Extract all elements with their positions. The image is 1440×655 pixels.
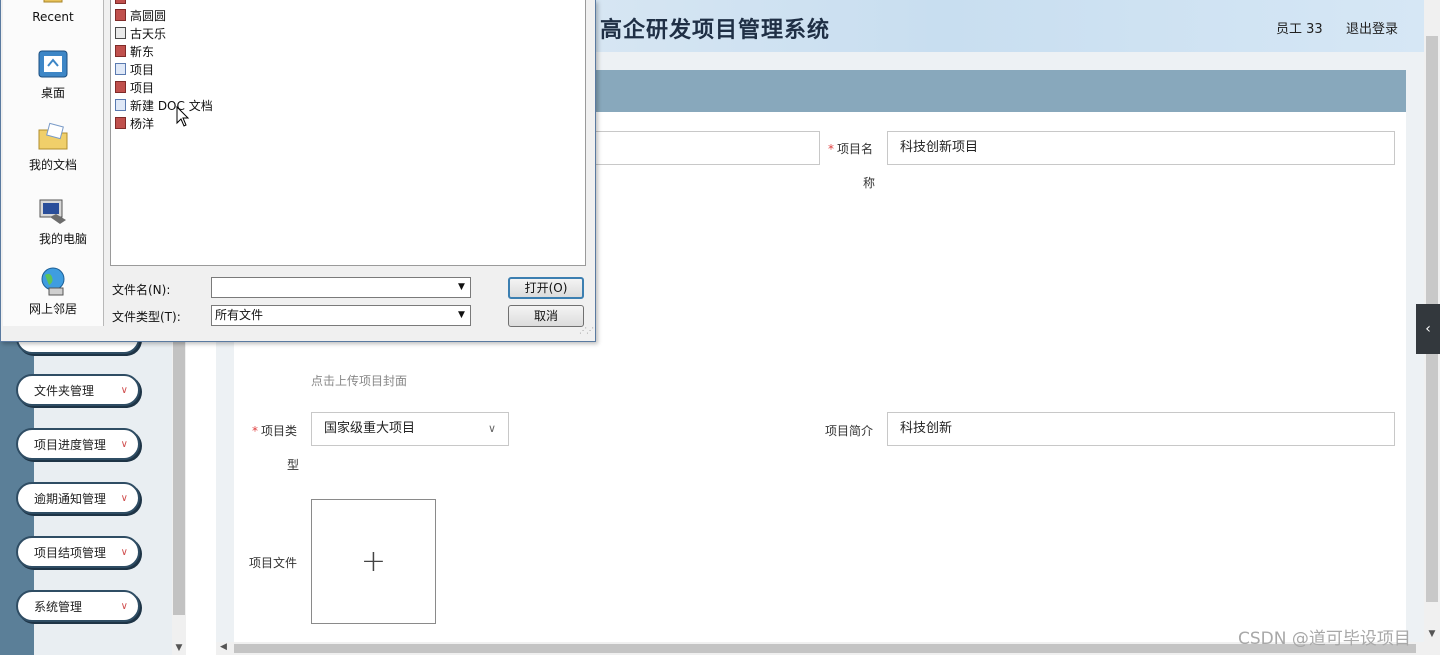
sidebar-item-system-management[interactable]: 系统管理 ∨	[16, 590, 140, 622]
ppt-file-icon	[115, 117, 126, 129]
dropdown-arrow-icon[interactable]: ▼	[453, 306, 470, 325]
chevron-down-icon: ∨	[120, 600, 128, 612]
file-open-dialog: Recent 桌面 我的文档 我的电脑 网上邻居 高圆圆 古天乐 靳东 项目 项…	[0, 0, 596, 342]
chevron-down-icon: ∨	[120, 492, 128, 504]
file-item[interactable]: 古天乐	[115, 24, 166, 42]
project-intro-label: 项目简介	[825, 424, 874, 438]
sidebar-item-closure-management[interactable]: 项目结项管理 ∨	[16, 536, 140, 568]
project-name-label-wrap: 称	[863, 176, 876, 190]
project-number-input[interactable]	[580, 131, 820, 165]
plus-icon: +	[360, 544, 387, 579]
project-file-upload[interactable]: +	[311, 499, 436, 624]
place-recent[interactable]: Recent	[3, 0, 103, 24]
cover-upload-hint[interactable]: 点击上传项目封面	[311, 372, 407, 389]
chevron-left-icon: ‹	[1425, 321, 1431, 337]
sidebar-item-folder-management[interactable]: 文件夹管理 ∨	[16, 374, 140, 406]
scroll-down-arrow-icon[interactable]: ▼	[1424, 629, 1440, 639]
resize-grip-icon[interactable]: ⋰⋰	[579, 326, 594, 335]
chevron-down-icon: ∨	[120, 546, 128, 558]
project-type-value: 国家级重大项目	[324, 421, 416, 436]
doc-file-icon	[115, 99, 126, 111]
filename-label: 文件名(N):	[112, 283, 171, 297]
logout-link[interactable]: 退出登录	[1346, 18, 1398, 37]
sidebar-item-label: 项目进度管理	[34, 437, 107, 452]
sidebar-item-label: 系统管理	[34, 599, 83, 614]
spreadsheet-file-icon	[115, 27, 126, 39]
ppt-file-icon	[115, 45, 126, 57]
cancel-button[interactable]: 取消	[508, 305, 584, 327]
chevron-down-icon: ∨	[487, 422, 496, 435]
file-item[interactable]: 项目	[115, 60, 154, 78]
desktop-icon	[38, 50, 68, 78]
place-my-computer[interactable]: 我的电脑	[3, 196, 103, 247]
sidebar-item-overdue-notice[interactable]: 逾期通知管理 ∨	[16, 482, 140, 514]
section-title-bar	[596, 70, 1406, 112]
recent-icon	[43, 0, 63, 3]
file-item[interactable]: 杨洋	[115, 114, 154, 132]
scroll-down-arrow-icon[interactable]: ▼	[172, 643, 186, 653]
place-desktop[interactable]: 桌面	[3, 48, 103, 101]
required-star: *	[828, 142, 834, 156]
ppt-file-icon	[115, 81, 126, 93]
sidebar-item-label: 逾期通知管理	[34, 491, 107, 506]
ppt-file-icon	[115, 0, 126, 4]
file-item[interactable]: 高圆圆	[115, 6, 166, 24]
sidebar-item-label: 项目结项管理	[34, 545, 107, 560]
chevron-down-icon: ∨	[120, 438, 128, 450]
app-title: 高企研发项目管理系统	[600, 17, 831, 43]
sidebar-item-progress-management[interactable]: 项目进度管理 ∨	[16, 428, 140, 460]
project-type-label-wrap: 型	[287, 458, 300, 472]
sidebar-scroll-thumb[interactable]	[173, 330, 185, 615]
file-item[interactable]: 项目	[115, 78, 154, 96]
open-button[interactable]: 打开(O)	[508, 277, 584, 299]
file-item[interactable]: 新建 DOC 文档	[115, 96, 213, 114]
project-type-label: * 项目类	[252, 424, 298, 438]
filename-input[interactable]: ▼	[211, 277, 471, 298]
scroll-left-arrow-icon[interactable]: ◀	[220, 642, 227, 652]
file-item[interactable]: 靳东	[115, 42, 154, 60]
computer-icon	[39, 199, 66, 224]
chevron-down-icon: ∨	[120, 384, 128, 396]
collapse-panel-button[interactable]: ‹	[1416, 304, 1440, 354]
folder-documents-icon	[38, 122, 68, 150]
project-intro-input[interactable]: 科技创新	[887, 412, 1395, 446]
sidebar-item-label: 文件夹管理	[34, 383, 95, 398]
project-type-select[interactable]: 国家级重大项目 ∨	[311, 412, 509, 446]
file-list[interactable]: 高圆圆 古天乐 靳东 项目 项目 新建 DOC 文档 杨洋	[110, 0, 586, 266]
network-globe-icon	[41, 267, 65, 296]
watermark: CSDN @道可毕设项目	[1238, 629, 1411, 649]
ppt-file-icon	[115, 9, 126, 21]
dropdown-arrow-icon[interactable]: ▼	[453, 278, 470, 297]
mouse-cursor-icon	[176, 106, 190, 127]
project-name-input[interactable]: 科技创新项目	[887, 131, 1395, 165]
places-bar: Recent 桌面 我的文档 我的电脑 网上邻居	[3, 0, 104, 326]
filetype-label: 文件类型(T):	[112, 310, 181, 324]
project-name-label: * 项目名	[828, 142, 874, 156]
current-user: 员工 33	[1276, 22, 1323, 37]
doc-file-icon	[115, 63, 126, 75]
required-star: *	[252, 424, 258, 438]
filetype-select[interactable]: 所有文件 ▼	[211, 305, 471, 326]
project-file-label: 项目文件	[249, 556, 298, 570]
place-my-documents[interactable]: 我的文档	[3, 122, 103, 173]
place-network[interactable]: 网上邻居	[3, 266, 103, 317]
